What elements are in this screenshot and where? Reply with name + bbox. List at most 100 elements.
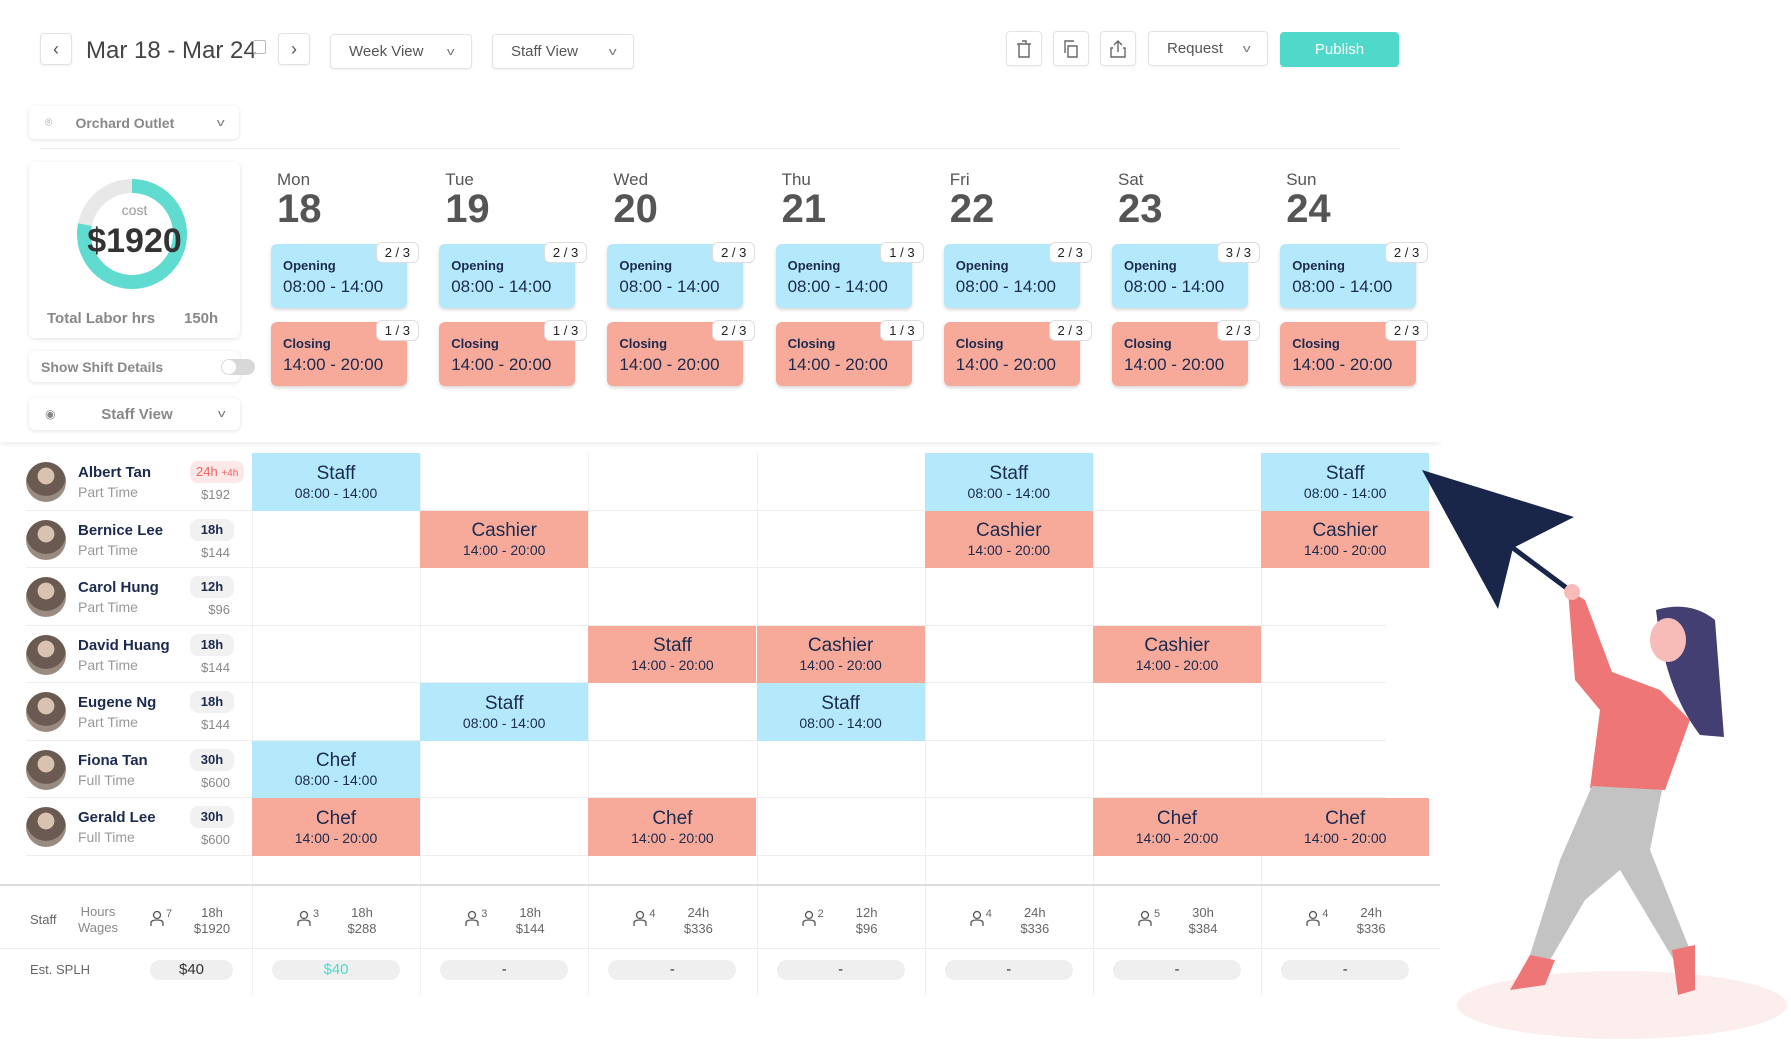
shift-block[interactable]: Cashier 14:00 - 20:00 [420, 510, 589, 568]
location-label: Orchard Outlet [75, 114, 175, 131]
day-number: 24 [1286, 187, 1331, 231]
opening-shift-card[interactable]: Opening 08:00 - 14:00 2 / 3 [439, 242, 588, 308]
opening-shift-card[interactable]: Opening 08:00 - 14:00 2 / 3 [1280, 242, 1429, 308]
opening-shift-card[interactable]: Opening 08:00 - 14:00 1 / 3 [775, 242, 924, 308]
staff-count-value: 5 [1154, 908, 1161, 920]
employment-type: Part Time [78, 656, 138, 673]
shift-role: Chef [1156, 807, 1198, 829]
shift-time: 08:00 - 14:00 [294, 772, 378, 789]
shift-block[interactable]: Staff 08:00 - 14:00 [420, 683, 589, 741]
chevron-down-icon: v [216, 116, 225, 129]
opening-shift-card[interactable]: Opening 08:00 - 14:00 2 / 3 [271, 242, 419, 308]
hours-value: 12h [200, 579, 224, 594]
closing-shift-card[interactable]: Closing 14:00 - 20:00 1 / 3 [439, 320, 588, 386]
closing-shift-card[interactable]: Closing 14:00 - 20:00 2 / 3 [607, 320, 756, 386]
staff-view-dropdown[interactable]: Staff View v [492, 34, 634, 69]
day-header: Thu 21 [782, 170, 827, 229]
publish-button[interactable]: Publish [1280, 32, 1399, 67]
staff-name[interactable]: Eugene Ng [78, 694, 156, 711]
employment-type: Part Time [78, 599, 138, 615]
shift-block[interactable]: Chef 14:00 - 20:00 [1093, 798, 1261, 856]
hours-value: 24h [196, 464, 218, 479]
shift-role: Chef [1325, 807, 1366, 829]
staff-name[interactable]: Gerald Lee [78, 809, 156, 826]
shift-role: Chef [315, 807, 357, 829]
shift-role: Staff [316, 462, 356, 484]
closing-shift-card[interactable]: Closing 14:00 - 20:00 1 / 3 [271, 320, 419, 386]
cursor-arrow-icon [1422, 470, 1574, 609]
calendar-icon[interactable] [253, 40, 266, 54]
staff-count-value: 2 [817, 908, 824, 920]
shift-block[interactable]: Cashier 14:00 - 20:00 [1261, 510, 1430, 568]
copy-button[interactable] [1053, 31, 1089, 66]
day-number: 23 [1118, 187, 1163, 231]
day-header: Fri 22 [950, 170, 995, 229]
filled-count-badge: 1 / 3 [880, 320, 924, 341]
staff-count: 2 [801, 908, 824, 929]
day-header: Mon 18 [277, 170, 322, 231]
location-dropdown[interactable]: ⌾ Orchard Outlet v [29, 106, 239, 139]
closing-shift-card[interactable]: Closing 14:00 - 20:00 2 / 3 [1112, 320, 1260, 386]
shift-block[interactable]: Cashier 14:00 - 20:00 [756, 625, 925, 683]
shift-block[interactable]: Chef 08:00 - 14:00 [252, 740, 420, 798]
hours-wages: 24h $336 [1346, 905, 1396, 937]
location-pin-icon: ⌾ [45, 115, 53, 129]
avatar [26, 807, 66, 847]
shift-block[interactable]: Cashier 14:00 - 20:00 [1093, 625, 1261, 683]
share-button[interactable] [1100, 31, 1136, 66]
closing-shift-card[interactable]: Closing 14:00 - 20:00 2 / 3 [943, 320, 1092, 386]
hours-value: 12h [855, 905, 878, 920]
wages-value: $336 [683, 921, 713, 936]
show-shift-details-toggle[interactable] [221, 359, 255, 375]
shift-role: Cashier [1144, 635, 1210, 657]
opening-shift-card[interactable]: Opening 08:00 - 14:00 2 / 3 [607, 242, 756, 308]
week-view-dropdown[interactable]: Week View v [330, 34, 472, 69]
next-week-button[interactable]: › [278, 33, 310, 65]
hours-badge: 30h [190, 748, 234, 771]
copy-icon [1064, 39, 1078, 58]
hours-value: 30h [1192, 905, 1214, 920]
splh-value: - [440, 960, 569, 980]
shift-block[interactable]: Chef 14:00 - 20:00 [588, 798, 757, 856]
view-filter-dropdown[interactable]: ◉ Staff View v [29, 398, 240, 430]
opening-shift-card[interactable]: Opening 08:00 - 14:00 2 / 3 [943, 242, 1092, 308]
hours-wages: 18h $144 [505, 905, 555, 937]
filled-count-badge: 2 / 3 [375, 242, 419, 263]
wages-value: $96 [855, 921, 878, 936]
shift-block[interactable]: Staff 08:00 - 14:00 [1261, 453, 1430, 511]
staff-name[interactable]: Fiona Tan [78, 752, 148, 769]
filled-count-badge: 1 / 3 [375, 320, 419, 341]
prev-week-button[interactable]: ‹ [40, 33, 72, 65]
eye-icon: ◉ [45, 407, 56, 421]
staff-count: 7 [150, 908, 172, 929]
opening-shift-card[interactable]: Opening 08:00 - 14:00 3 / 3 [1112, 242, 1260, 308]
shift-block[interactable]: Chef 14:00 - 20:00 [252, 798, 420, 856]
delete-button[interactable] [1006, 31, 1042, 66]
shift-block[interactable]: Staff 08:00 - 14:00 [252, 453, 420, 511]
wages-value: $384 [1188, 921, 1218, 936]
closing-shift-card[interactable]: Closing 14:00 - 20:00 1 / 3 [775, 320, 924, 386]
staff-name[interactable]: Albert Tan [78, 464, 151, 481]
request-dropdown[interactable]: Request v [1148, 31, 1268, 66]
shift-block[interactable]: Chef 14:00 - 20:00 [1261, 798, 1430, 856]
shift-block[interactable]: Staff 08:00 - 14:00 [924, 453, 1093, 511]
staff-row: David Huang Part Time 18h $144 Staff 14:00 - … [0, 625, 1440, 683]
filled-count-badge: 2 / 3 [1384, 242, 1429, 263]
shift-block[interactable]: Staff 08:00 - 14:00 [756, 683, 925, 741]
person-icon [633, 910, 648, 926]
person-icon [801, 910, 816, 926]
staff-name[interactable]: Carol Hung [78, 579, 159, 596]
day-number: 18 [277, 187, 322, 231]
staff-name[interactable]: Bernice Lee [78, 522, 163, 539]
filled-count-badge: 1 / 3 [880, 242, 924, 263]
shift-block[interactable]: Cashier 14:00 - 20:00 [924, 510, 1093, 568]
hours-badge: 18h [190, 518, 234, 541]
shift-role: Chef [652, 807, 693, 829]
chevron-down-icon: v [1242, 42, 1251, 55]
closing-shift-card[interactable]: Closing 14:00 - 20:00 2 / 3 [1280, 320, 1429, 386]
staff-name[interactable]: David Huang [78, 637, 170, 654]
employment-type: Full Time [78, 771, 135, 788]
staff-count: 5 [1138, 908, 1160, 929]
person-icon [465, 910, 479, 926]
shift-block[interactable]: Staff 14:00 - 20:00 [588, 625, 757, 683]
